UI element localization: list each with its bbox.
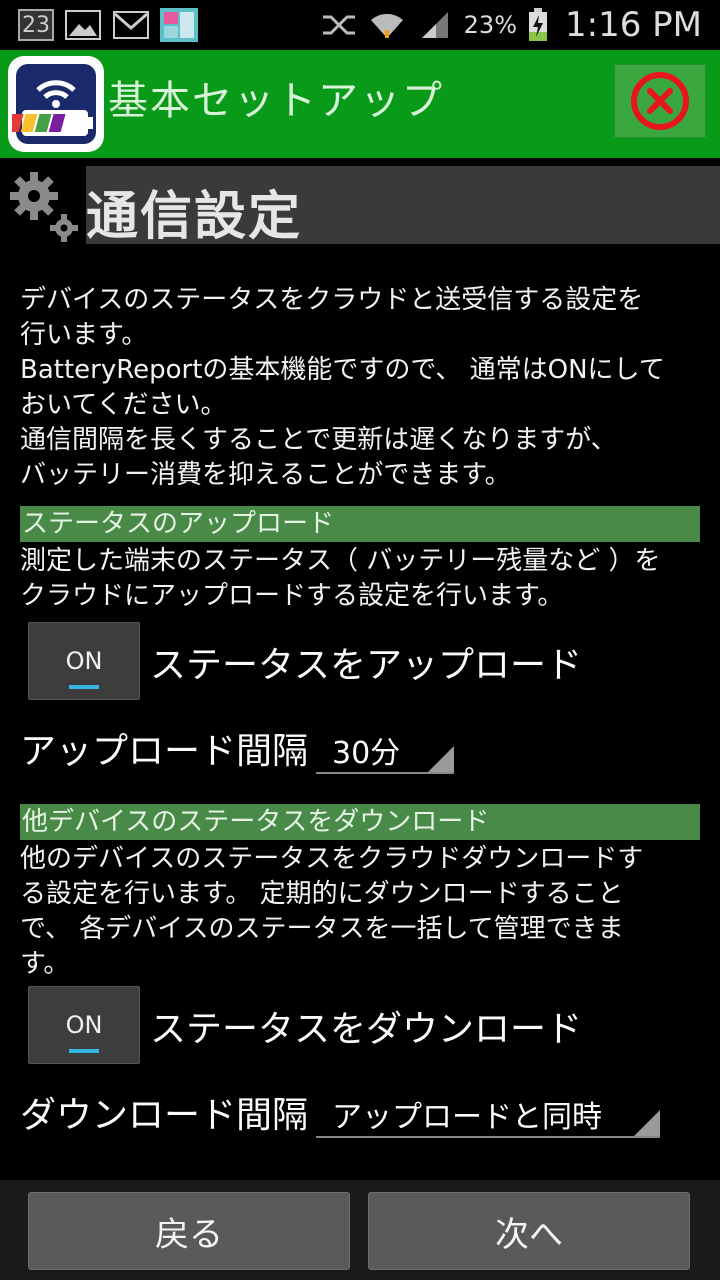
description-line: る設定を行います。 定期的にダウンロードすること [20, 879, 624, 909]
description-line: で、 各デバイスのステータスを一括して管理できま [20, 914, 624, 944]
spinner-value: アップロードと同時 [332, 1100, 602, 1135]
description-line: デバイスのステータスをクラウドと送受信する設定を [20, 285, 644, 315]
clock: 1:16 PM [565, 5, 702, 45]
description-line: BatteryReportの基本機能ですので、 通常はONにして [20, 355, 665, 385]
battery-charging-icon [527, 8, 549, 41]
description-line: バッテリー消費を抑えることができます。 [20, 460, 511, 490]
upload-interval-spinner[interactable]: 30分 [316, 724, 454, 774]
description-line: 他のデバイスのステータスをクラウドダウンロードす [20, 844, 644, 874]
upload-toggle[interactable]: ON [28, 622, 140, 700]
upload-description: 測定した端末のステータス（ バッテリー残量など ）を クラウドにアップロードする… [20, 544, 710, 614]
section-description: デバイスのステータスをクラウドと送受信する設定を 行います。 BatteryRe… [20, 283, 710, 493]
download-description: 他のデバイスのステータスをクラウドダウンロードす る設定を行います。 定期的にダ… [20, 842, 710, 982]
dropdown-arrow-icon [428, 746, 454, 772]
download-interval-spinner[interactable]: アップロードと同時 [316, 1088, 660, 1138]
upload-interval-label: アップロード間隔 [20, 731, 309, 772]
nfc-icon [320, 9, 358, 41]
toggle-state: ON [65, 647, 103, 675]
toggle-indicator [69, 685, 99, 689]
description-line: 行います。 [20, 320, 148, 350]
section-title: 通信設定 [86, 187, 303, 247]
download-heading: 他デバイスのステータスをダウンロード [20, 804, 700, 840]
description-line: クラウドにアップロードする設定を行います。 [20, 581, 564, 611]
gallery-icon [64, 9, 102, 41]
description-line: 通信間隔を長くすることで更新は遅くなりますが、 [20, 425, 617, 455]
upload-heading: ステータスのアップロード [20, 506, 700, 542]
toggle-indicator [69, 1049, 99, 1053]
battery-report-app-icon [8, 56, 104, 152]
description-line: 測定した端末のステータス（ バッテリー残量など ）を [20, 546, 661, 576]
status-bar: 23 23% 1:16 PM [0, 0, 720, 50]
gear-icon [10, 172, 78, 242]
app-thumbnail-icon [160, 8, 198, 42]
app-title: 基本セットアップ [108, 78, 444, 124]
signal-icon [416, 9, 454, 41]
upload-toggle-label: ステータスをアップロード [150, 645, 583, 686]
description-line: おいてください。 [20, 390, 227, 420]
download-toggle-label: ステータスをダウンロード [150, 1009, 583, 1050]
download-toggle[interactable]: ON [28, 986, 140, 1064]
description-line: す。 [20, 949, 70, 979]
footer-bar: 戻る 次へ [0, 1180, 720, 1280]
next-button[interactable]: 次へ [368, 1192, 690, 1270]
close-icon [631, 72, 689, 130]
section-header: 通信設定 [86, 166, 720, 247]
wifi-icon [368, 9, 406, 41]
close-button[interactable] [614, 64, 706, 138]
toggle-state: ON [65, 1011, 103, 1039]
download-interval-label: ダウンロード間隔 [20, 1095, 309, 1136]
app-bar: 基本セットアップ [0, 50, 720, 158]
dropdown-arrow-icon [634, 1110, 660, 1136]
spinner-value: 30分 [332, 736, 401, 771]
gmail-icon [112, 9, 150, 41]
notification-count: 23 [18, 9, 54, 41]
battery-percent: 23% [463, 11, 517, 39]
back-button[interactable]: 戻る [28, 1192, 350, 1270]
